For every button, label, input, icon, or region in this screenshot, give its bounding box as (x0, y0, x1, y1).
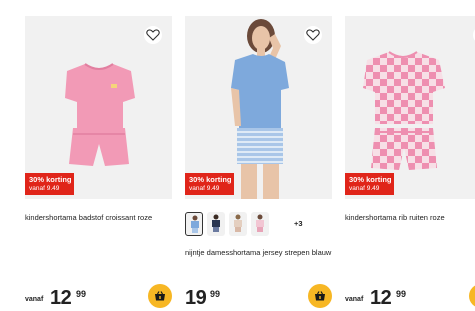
product-photo (363, 51, 445, 170)
discount-from-price: vanaf 9.49 (349, 185, 380, 192)
product-card[interactable]: 30% korting vanaf 9.49 kindershortama ri… (345, 16, 475, 309)
heart-icon (146, 29, 160, 41)
price-whole: 12 (370, 287, 392, 309)
swatch-navy[interactable] (207, 212, 225, 236)
favorite-button[interactable] (304, 26, 322, 44)
product-title[interactable]: kindershortama badstof croissant roze (25, 213, 172, 222)
price-whole: 19 (185, 287, 207, 309)
discount-from-price: vanaf 9.49 (29, 185, 60, 192)
discount-badge: 30% korting vanaf 9.49 (25, 173, 74, 195)
discount-badge: 30% korting vanaf 9.49 (345, 173, 394, 195)
price-cents: 99 (210, 289, 221, 299)
product-image[interactable]: 30% korting vanaf 9.49 (25, 16, 172, 199)
product-title[interactable]: nijntje damesshortama jersey strepen bla… (185, 248, 332, 257)
shopping-basket-icon (155, 291, 165, 301)
price-prefix: vanaf (345, 296, 364, 303)
discount-label: 30% korting (349, 175, 392, 184)
more-colors-link[interactable]: +3 (294, 219, 303, 228)
price-whole: 12 (50, 287, 72, 309)
product-image[interactable]: 30% korting vanaf 9.49 (345, 16, 475, 199)
favorite-button[interactable] (144, 26, 162, 44)
discount-from-price: vanaf 9.49 (189, 185, 220, 192)
product-card[interactable]: 30% korting vanaf 9.49 kindershortama ba… (25, 16, 172, 309)
product-title[interactable]: kindershortama rib ruiten roze (345, 213, 475, 222)
add-to-cart-button[interactable] (469, 284, 475, 308)
price-prefix: vanaf (25, 296, 44, 303)
swatch-beige[interactable] (229, 212, 247, 236)
discount-label: 30% korting (189, 175, 232, 184)
add-to-cart-button[interactable] (148, 284, 172, 308)
discount-label: 30% korting (29, 175, 72, 184)
heart-icon (306, 29, 320, 41)
discount-badge: 30% korting vanaf 9.49 (185, 173, 234, 195)
price-cents: 99 (76, 289, 87, 299)
product-image[interactable]: 30% korting vanaf 9.49 (185, 16, 332, 199)
add-to-cart-button[interactable] (308, 284, 332, 308)
swatch-blue[interactable] (185, 212, 203, 236)
price-cents: 99 (396, 289, 407, 299)
shopping-basket-icon (315, 291, 325, 301)
swatch-pink[interactable] (251, 212, 269, 236)
product-card[interactable]: 30% korting vanaf 9.49 +3 nijntje damess… (185, 16, 332, 309)
